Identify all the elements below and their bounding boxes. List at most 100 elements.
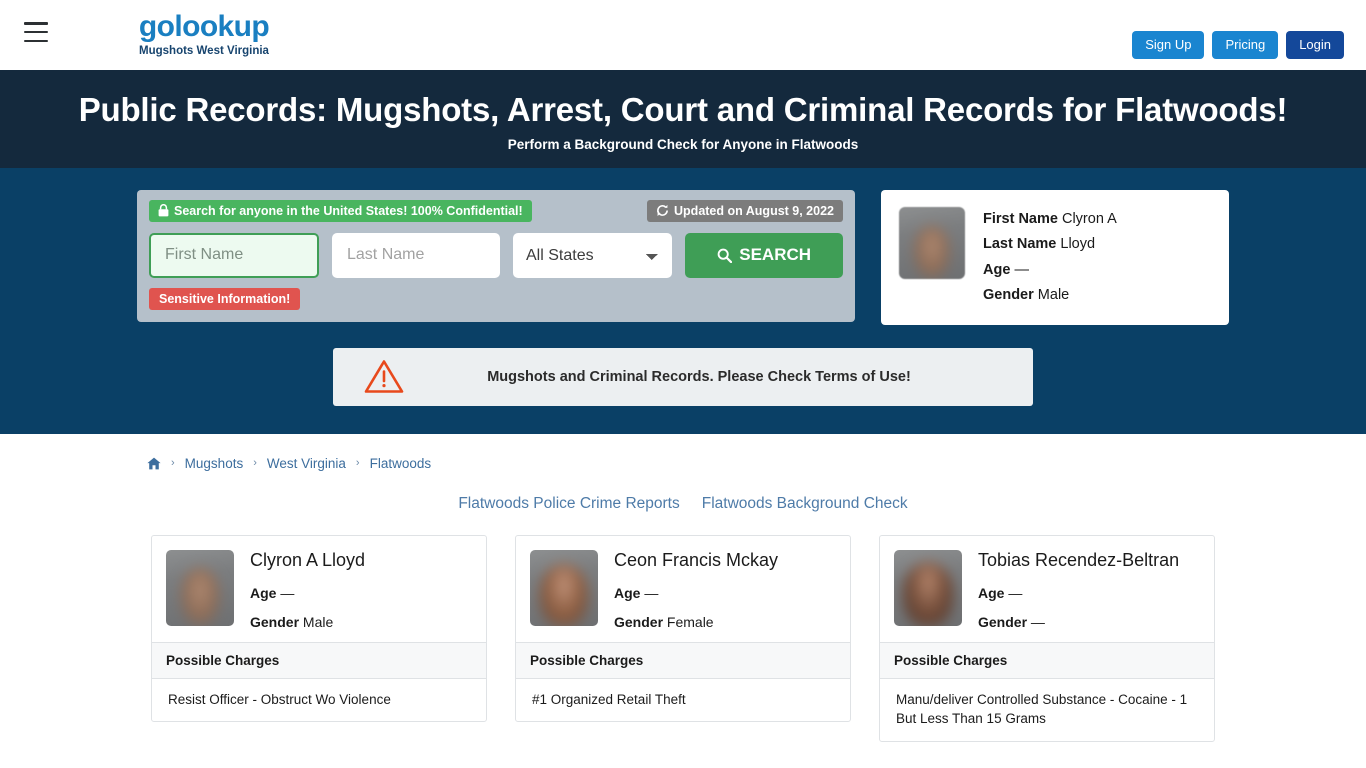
record-age-value: — [280,584,295,601]
record-age-value: — [1008,584,1023,601]
first-name-input[interactable] [149,232,319,278]
record-age: Age — [250,585,365,601]
record-name: Clyron A Lloyd [250,549,366,570]
record-card-header: Clyron A Lloyd Age — Gender Male [152,536,486,642]
link-police-crime-reports[interactable]: Flatwoods Police Crime Reports [458,495,679,513]
logo-text: golookup [138,10,270,43]
record-info: Ceon Francis Mckay Age — Gender Female [614,550,778,630]
featured-profile-card[interactable]: First Name Clyron A Last Name Lloyd Age … [881,189,1229,326]
record-gender-label: Gender [250,613,300,630]
possible-charges-header: Possible Charges [516,641,850,679]
login-button[interactable]: Login [1286,31,1344,60]
profile-label-age: Age [983,261,1011,278]
search-panel-header: Search for anyone in the United States! … [149,199,843,222]
main-content: › Mugshots › West Virginia › Flatwoods F… [0,433,1366,742]
breadcrumb-separator: › [253,457,257,470]
breadcrumb-item-west-virginia[interactable]: West Virginia [267,456,346,471]
updated-badge-text: Updated on August 9, 2022 [674,203,834,218]
record-card[interactable]: Ceon Francis Mckay Age — Gender Female P… [515,534,851,723]
state-select[interactable]: All States [513,232,673,278]
record-card[interactable]: Tobias Recendez-Beltran Age — Gender — P… [879,534,1215,742]
record-age-value: — [644,584,659,601]
search-panel: Search for anyone in the United States! … [137,189,855,322]
page-subtitle: Perform a Background Check for Anyone in… [507,136,859,152]
brand-logo[interactable]: golookup Mugshots West Virginia [136,10,272,58]
logo-subtitle: Mugshots West Virginia [139,45,269,57]
possible-charges-header: Possible Charges [152,641,486,679]
record-gender-label: Gender [978,613,1028,630]
record-age-label: Age [250,584,277,601]
record-age-label: Age [614,584,641,601]
hamburger-line [24,39,48,42]
search-icon [717,248,733,263]
possible-charges-text: #1 Organized Retail Theft [532,691,686,707]
record-card-list: Clyron A Lloyd Age — Gender Male Possibl… [0,534,1366,742]
profile-row-age: Age — [983,258,1117,283]
pricing-button[interactable]: Pricing [1212,31,1279,60]
profile-row-gender: Gender Male [983,283,1117,308]
breadcrumb-item-mugshots[interactable]: Mugshots [185,456,244,471]
hamburger-line [24,22,48,25]
page-title: Public Records: Mugshots, Arrest, Court … [78,91,1288,128]
search-form: All States SEARCH [149,232,843,278]
record-card-header: Tobias Recendez-Beltran Age — Gender — [880,536,1214,642]
record-info: Clyron A Lloyd Age — Gender Male [250,550,365,630]
refresh-icon [657,205,668,217]
profile-label-gender: Gender [983,287,1034,304]
hamburger-menu-icon[interactable] [24,22,48,42]
home-icon[interactable] [147,457,161,470]
profile-value-age: — [1014,261,1029,278]
record-gender: Gender Female [614,614,778,630]
profile-label-last-name: Last Name [983,236,1057,253]
breadcrumb-separator: › [355,457,360,470]
link-background-check[interactable]: Flatwoods Background Check [702,495,908,513]
profile-value-first-name: Clyron A [1061,210,1117,227]
sign-up-button[interactable]: Sign Up [1132,31,1205,60]
record-card[interactable]: Clyron A Lloyd Age — Gender Male Possibl… [151,534,487,723]
profile-value-last-name: Lloyd [1060,236,1096,253]
confidential-badge: Search for anyone in the United States! … [149,199,532,222]
sensitive-information-badge: Sensitive Information! [149,287,301,310]
record-gender: Gender — [978,614,1179,630]
breadcrumb-item-flatwoods[interactable]: Flatwoods [370,456,432,471]
breadcrumb-separator: › [171,457,175,470]
possible-charges-header: Possible Charges [880,641,1214,679]
confidential-badge-text: Search for anyone in the United States! … [174,203,523,218]
alert-wrap: Mugshots and Criminal Records. Please Ch… [0,348,1366,407]
record-name: Tobias Recendez-Beltran [978,549,1180,570]
record-gender-value: Male [302,613,334,630]
record-avatar [166,549,234,626]
search-button[interactable]: SEARCH [685,232,843,278]
breadcrumb: › Mugshots › West Virginia › Flatwoods [0,456,1366,471]
top-navigation-bar: golookup Mugshots West Virginia Sign Up … [0,0,1366,70]
profile-value-gender: Male [1037,287,1070,304]
record-age: Age — [978,585,1179,601]
hero-section: Search for anyone in the United States! … [0,167,1366,434]
record-gender-value: Female [666,613,714,630]
lock-icon [158,204,169,217]
record-info: Tobias Recendez-Beltran Age — Gender — [978,550,1179,630]
record-age-label: Age [978,584,1005,601]
hero-row: Search for anyone in the United States! … [0,189,1366,326]
record-gender: Gender Male [250,614,365,630]
record-avatar [894,549,962,626]
avatar [899,206,965,279]
possible-charges-text: Resist Officer - Obstruct Wo Violence [168,691,391,707]
quick-links: Flatwoods Police Crime Reports Flatwoods… [0,495,1366,513]
last-name-input[interactable] [332,232,500,278]
record-age: Age — [614,585,778,601]
terms-of-use-alert: Mugshots and Criminal Records. Please Ch… [333,348,1033,407]
hamburger-line [24,30,48,34]
featured-profile-details: First Name Clyron A Last Name Lloyd Age … [983,207,1117,309]
record-gender-value: — [1030,613,1045,630]
profile-label-first-name: First Name [983,210,1058,227]
updated-badge: Updated on August 9, 2022 [647,199,843,222]
record-gender-label: Gender [614,613,664,630]
hero-title-band: Public Records: Mugshots, Arrest, Court … [0,70,1366,168]
record-name: Ceon Francis Mckay [614,549,779,570]
search-button-label: SEARCH [739,245,812,265]
profile-row-last-name: Last Name Lloyd [983,232,1117,257]
alert-message: Mugshots and Criminal Records. Please Ch… [487,369,911,386]
profile-row-first-name: First Name Clyron A [983,207,1117,232]
record-card-header: Ceon Francis Mckay Age — Gender Female [516,536,850,642]
